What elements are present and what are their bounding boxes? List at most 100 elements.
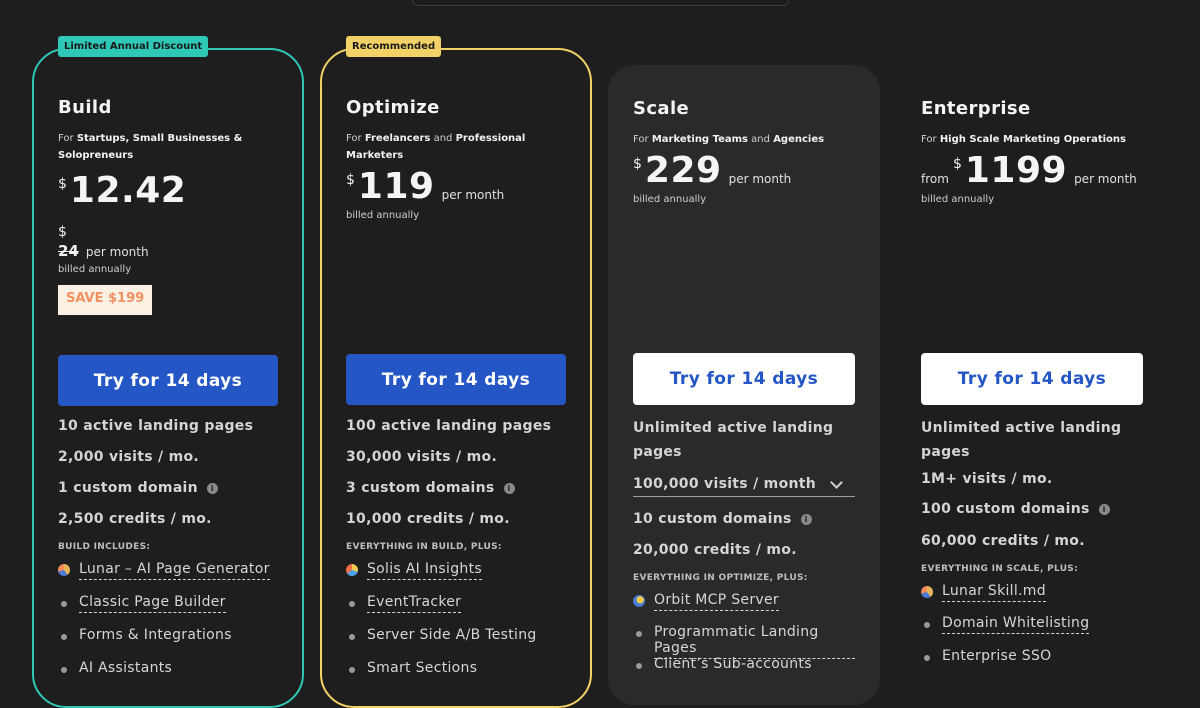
plan-name: Scale xyxy=(633,98,690,119)
include-item[interactable]: Solis AI Insights xyxy=(346,561,568,594)
old-price-row: 24 per month xyxy=(58,242,280,260)
include-item[interactable]: Orbit MCP Server xyxy=(633,592,855,624)
info-icon[interactable]: i xyxy=(206,483,218,494)
currency-symbol: $ xyxy=(58,176,67,192)
bullet-icon xyxy=(349,667,355,673)
discount-badge: Limited Annual Discount xyxy=(58,36,209,57)
save-badge: SAVE $199 xyxy=(58,285,153,315)
per-month: per month xyxy=(728,172,792,186)
feature-item: 2,000 visits / mo. xyxy=(58,449,200,465)
price-row: $ 119 per month xyxy=(346,168,568,206)
orbit-icon xyxy=(633,595,645,607)
per-month: per month xyxy=(85,245,149,259)
try-button-build[interactable]: Try for 14 days xyxy=(58,355,278,406)
feature-item: 100 custom domains i xyxy=(921,500,1143,532)
chevron-down-icon xyxy=(830,475,843,489)
bullet-icon xyxy=(61,634,67,640)
bullet-icon xyxy=(349,601,355,607)
price-amount: 229 xyxy=(644,150,722,191)
include-item: Server Side A/B Testing xyxy=(346,627,568,660)
lunar-icon xyxy=(921,586,933,598)
per-month: per month xyxy=(441,188,505,202)
include-item[interactable]: Programmatic Landing Pages xyxy=(633,624,855,659)
include-item[interactable]: Classic Page Builder xyxy=(58,594,280,627)
bullet-icon xyxy=(924,622,930,628)
info-icon[interactable]: i xyxy=(503,483,515,494)
price-row: $ 229 per month xyxy=(633,152,855,190)
try-button-optimize[interactable]: Try for 14 days xyxy=(346,354,566,405)
feature-item: 100 active landing pages xyxy=(346,418,552,434)
price-row: from $ 1199 per month xyxy=(921,152,1143,190)
feature-item: 20,000 credits / mo. xyxy=(633,542,797,558)
include-item: Enterprise SSO xyxy=(921,648,1143,681)
plan-name: Enterprise xyxy=(921,98,1031,119)
currency-symbol: $ xyxy=(952,156,962,172)
recommended-badge: Recommended xyxy=(346,36,442,57)
includes-heading: BUILD INCLUDES: xyxy=(58,542,151,552)
includes-heading: EVERYTHING IN BUILD, PLUS: xyxy=(346,542,502,552)
feature-item: 10 custom domains i xyxy=(633,510,855,541)
plan-name: Build xyxy=(58,97,112,118)
billed-note: billed annually xyxy=(346,210,420,221)
info-icon[interactable]: i xyxy=(800,514,812,525)
plan-audience: For High Scale Marketing Operations xyxy=(921,134,1126,145)
per-month: per month xyxy=(1074,172,1137,186)
include-item[interactable]: Domain Whitelisting xyxy=(921,615,1143,648)
feature-item: 10 active landing pages xyxy=(58,418,254,434)
price-amount: 12.42 xyxy=(69,170,187,211)
bullet-icon xyxy=(61,601,67,607)
currency-symbol: $ xyxy=(633,156,642,172)
lunar-icon xyxy=(58,564,70,576)
old-price: 24 xyxy=(58,242,79,260)
features-enterprise: Unlimited active landing pages 1M+ visit… xyxy=(921,416,1143,681)
bullet-icon xyxy=(636,631,642,637)
feature-item: Unlimited active landing pages xyxy=(921,420,1122,460)
price-amount: 1199 xyxy=(964,150,1068,191)
plan-name: Optimize xyxy=(346,97,440,118)
old-currency: $ xyxy=(58,224,67,240)
feature-item: 1M+ visits / mo. xyxy=(921,471,1053,487)
currency-symbol: $ xyxy=(346,172,355,188)
billed-note: billed annually xyxy=(58,264,132,275)
billed-note: billed annually xyxy=(633,194,707,205)
billed-note: billed annually xyxy=(921,194,995,205)
feature-item: 2,500 credits / mo. xyxy=(58,511,212,527)
plan-header-optimize: Optimize For Freelancers and Professiona… xyxy=(346,97,568,221)
plan-header-enterprise: Enterprise For High Scale Marketing Oper… xyxy=(921,98,1143,205)
top-toggle-bar xyxy=(412,0,789,6)
feature-item: 60,000 credits / mo. xyxy=(921,533,1085,549)
include-item: Smart Sections xyxy=(346,660,568,693)
bullet-icon xyxy=(349,634,355,640)
plan-audience: For Startups, Small Businesses & Solopre… xyxy=(58,133,243,161)
include-item: AI Assistants xyxy=(58,660,280,693)
features-build: 10 active landing pages 2,000 visits / m… xyxy=(58,417,280,693)
plan-header-build: Build For Startups, Small Businesses & S… xyxy=(58,97,280,315)
visits-selected: 100,000 visits / month xyxy=(633,476,817,492)
include-item: Forms & Integrations xyxy=(58,627,280,660)
visits-dropdown[interactable]: 100,000 visits / month xyxy=(633,472,855,497)
try-button-enterprise[interactable]: Try for 14 days xyxy=(921,353,1143,405)
price-row: $ 12.42 xyxy=(58,172,280,210)
include-item[interactable]: Lunar – AI Page Generator xyxy=(58,561,280,594)
include-item[interactable]: EventTracker xyxy=(346,594,568,627)
plan-header-scale: Scale For Marketing Teams and Agencies $… xyxy=(633,98,855,205)
bullet-icon xyxy=(924,655,930,661)
includes-heading: EVERYTHING IN SCALE, PLUS: xyxy=(921,564,1078,574)
features-scale: Unlimited active landing pages 100,000 v… xyxy=(633,416,855,689)
solis-icon xyxy=(346,564,358,576)
try-button-scale[interactable]: Try for 14 days xyxy=(633,353,855,405)
feature-item: 1 custom domain i xyxy=(58,479,280,510)
plan-audience: For Freelancers and Professional Markete… xyxy=(346,133,526,161)
info-icon[interactable]: i xyxy=(1098,504,1110,515)
bullet-icon xyxy=(61,667,67,673)
includes-heading: EVERYTHING IN OPTIMIZE, PLUS: xyxy=(633,573,808,583)
feature-item: 3 custom domains i xyxy=(346,479,568,510)
features-optimize: 100 active landing pages 30,000 visits /… xyxy=(346,417,568,693)
include-item[interactable]: Lunar Skill.md xyxy=(921,583,1143,615)
price-amount: 119 xyxy=(357,166,435,207)
feature-item: 10,000 credits / mo. xyxy=(346,511,510,527)
include-item: Client’s Sub-accounts xyxy=(633,656,855,689)
bullet-icon xyxy=(636,663,642,669)
plan-audience: For Marketing Teams and Agencies xyxy=(633,134,825,145)
feature-item: 30,000 visits / mo. xyxy=(346,449,498,465)
